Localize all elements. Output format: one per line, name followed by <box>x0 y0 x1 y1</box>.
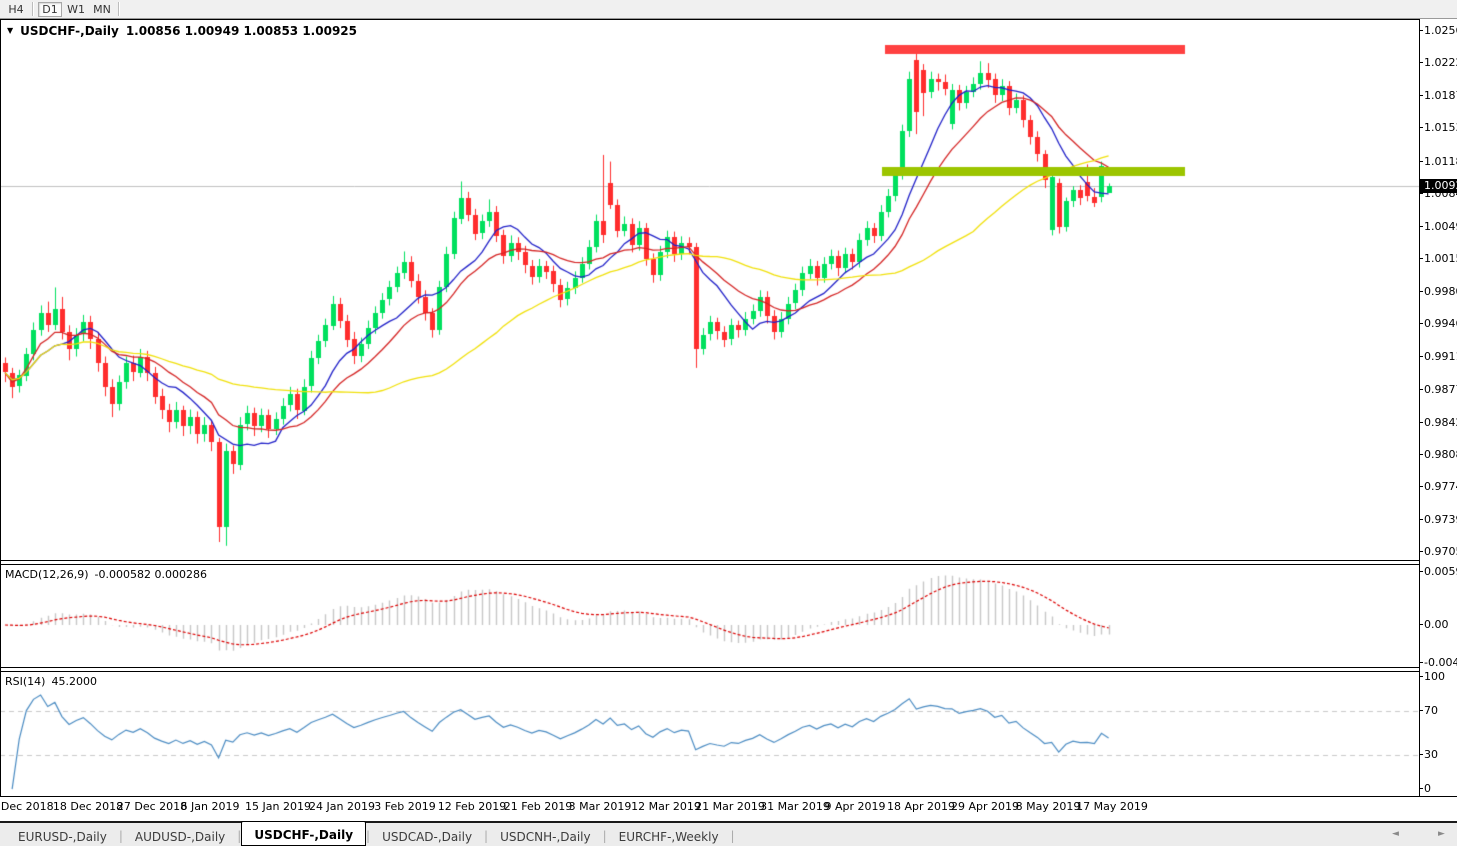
price-tick-label: 1.02220 <box>1419 56 1457 69</box>
toolbar-divider <box>32 2 34 16</box>
date-tick-label: 21 Feb 2019 <box>503 800 573 813</box>
chart-ohlc-quote: 1.00856 1.00949 1.00853 1.00925 <box>125 24 357 38</box>
date-tick-label: 9 Dec 2018 <box>0 800 54 813</box>
price-tick-label: 0.99110 <box>1419 350 1457 363</box>
macd-values: -0.000582 0.000286 <box>94 568 207 581</box>
chart-tab-bar: EURUSD-,Daily | AUDUSD-,Daily | USDCHF-,Dail… <box>0 821 1457 846</box>
rsi-tick-label: 0 <box>1419 782 1431 796</box>
tab-scroll-left-icon[interactable]: ◄ <box>1392 829 1399 839</box>
rsi-tick-label: 100 <box>1419 669 1445 683</box>
macd-tick-label: 0.00 <box>1419 618 1449 631</box>
chart-symbol-period: USDCHF-,Daily <box>20 24 119 38</box>
main-price-chart[interactable] <box>0 20 1419 560</box>
macd-tick-label: 0.00597 <box>1419 565 1457 578</box>
toolbar-divider <box>118 2 120 16</box>
chart-top-border <box>0 19 1420 20</box>
macd-name: MACD(12,26,9) <box>5 568 89 581</box>
price-tick-label: 0.98080 <box>1419 448 1457 461</box>
price-tick-label: 1.00150 <box>1419 252 1457 265</box>
price-tick-label: 1.01180 <box>1419 155 1457 168</box>
chart-left-border <box>0 19 1 796</box>
timeframe-toolbar: H4 D1 W1 MN <box>0 0 1457 19</box>
date-tick-label: 29 Apr 2019 <box>950 800 1020 813</box>
tab-audusd-daily[interactable]: AUDUSD-,Daily <box>123 825 237 846</box>
date-tick-label: 24 Jan 2019 <box>309 800 375 813</box>
date-tick-label: 27 Dec 2018 <box>116 800 188 813</box>
date-tick-label: 8 May 2019 <box>1015 800 1081 813</box>
tab-eurchf-weekly[interactable]: EURCHF-,Weekly <box>607 825 731 846</box>
price-tick-label: 1.01530 <box>1419 121 1457 134</box>
price-tick-label: 0.99800 <box>1419 285 1457 298</box>
date-tick-label: 18 Apr 2019 <box>886 800 956 813</box>
date-tick-label: 12 Mar 2019 <box>631 800 701 813</box>
rsi-name: RSI(14) <box>5 675 46 688</box>
date-tick-label: 15 Jan 2019 <box>245 800 311 813</box>
timeframe-button-d1[interactable]: D1 <box>38 1 62 17</box>
tab-separator: | <box>730 828 735 843</box>
tab-usdchf-daily[interactable]: USDCHF-,Daily <box>241 821 367 846</box>
timeframe-button-mn[interactable]: MN <box>90 2 114 17</box>
price-tick-label: 0.97740 <box>1419 480 1457 493</box>
date-tick-label: 17 May 2019 <box>1076 800 1148 813</box>
macd-panel-chart[interactable] <box>0 565 1419 667</box>
price-tick-label: 1.01870 <box>1419 89 1457 102</box>
date-tick-label: 3 Mar 2019 <box>568 800 632 813</box>
tab-usdcnh-daily[interactable]: USDCNH-,Daily <box>488 825 603 846</box>
tab-scroll-right-icon[interactable]: ► <box>1438 829 1445 839</box>
price-tick-label: 0.97050 <box>1419 545 1457 558</box>
date-tick-label: 12 Feb 2019 <box>437 800 507 813</box>
price-tick-label: 0.97390 <box>1419 513 1457 526</box>
timeframe-button-h4[interactable]: H4 <box>4 2 28 17</box>
price-tick-label: 0.99460 <box>1419 317 1457 330</box>
date-tick-label: 3 Feb 2019 <box>374 800 436 813</box>
date-tick-label: 9 Apr 2019 <box>824 800 886 813</box>
tab-usdcad-daily[interactable]: USDCAD-,Daily <box>370 825 484 846</box>
rsi-indicator-label: RSI(14) 45.2000 <box>5 675 97 688</box>
tab-eurusd-daily[interactable]: EURUSD-,Daily <box>6 825 119 846</box>
rsi-panel-chart[interactable] <box>0 672 1419 796</box>
timeframe-button-w1[interactable]: W1 <box>64 2 88 17</box>
chart-dropdown-icon[interactable]: ▼ <box>7 26 13 35</box>
panel-splitter-rsi[interactable] <box>0 667 1419 672</box>
chart-title: ▼ USDCHF-,Daily 1.00856 1.00949 1.00853 … <box>7 24 357 38</box>
price-tick-label: 1.02560 <box>1419 24 1457 37</box>
panel-splitter-macd[interactable] <box>0 560 1419 565</box>
trading-terminal-window: H4 D1 W1 MN ▼ USDCHF-,Daily 1.00856 1.00949… <box>0 0 1457 846</box>
date-tick-label: 6 Jan 2019 <box>180 800 240 813</box>
price-scale-border <box>1419 19 1420 796</box>
date-tick-label: 18 Dec 2018 <box>52 800 124 813</box>
macd-tick-label: -0.00424 <box>1418 656 1457 669</box>
price-tick-label: 1.00490 <box>1419 220 1457 233</box>
macd-indicator-label: MACD(12,26,9) -0.000582 0.000286 <box>5 568 207 581</box>
rsi-value: 45.2000 <box>51 675 97 688</box>
date-tick-label: 21 Mar 2019 <box>695 800 765 813</box>
rsi-tick-label: 30 <box>1419 748 1438 762</box>
price-tick-label: 0.98420 <box>1419 416 1457 429</box>
bid-price-badge: 1.00925 <box>1420 178 1457 193</box>
date-tick-label: 31 Mar 2019 <box>760 800 830 813</box>
rsi-tick-label: 70 <box>1419 703 1438 717</box>
price-tick-label: 0.98770 <box>1419 383 1457 396</box>
